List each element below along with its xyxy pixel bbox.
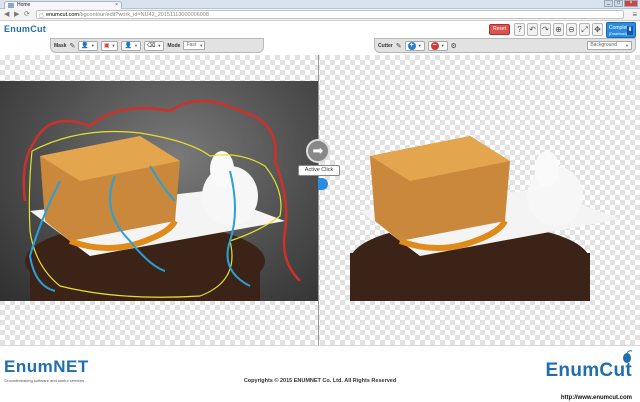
remove-region-dropdown[interactable]: − ▼ (427, 40, 448, 51)
favicon-icon (8, 3, 14, 8)
result-image-canvas[interactable] (330, 81, 630, 301)
area-brush-dropdown[interactable]: 👤 ▼ (121, 40, 141, 51)
chevron-down-icon: ▼ (625, 43, 629, 48)
download-icon: ⬇ (627, 25, 633, 35)
person-green-icon: 👤 (124, 43, 132, 49)
chevron-down-icon: ▼ (157, 43, 162, 48)
cutter-pen-icon[interactable]: ✎ (396, 42, 402, 50)
app-logo[interactable]: EnumCut (4, 24, 46, 34)
address-bar-row: ◀ ▶ ⟳ ▢ enumcut.com/bgcontour/edit?work_… (0, 9, 640, 21)
mode-select[interactable]: Fast ▼ (183, 41, 206, 50)
background-brush-dropdown[interactable]: ▣ ▼ (100, 40, 119, 51)
mode-label: Mode (167, 42, 181, 49)
enumnet-logo[interactable]: EnumNET (4, 357, 89, 377)
chevron-down-icon: ▼ (199, 43, 204, 48)
zoom-in-button[interactable]: ⊕ (553, 23, 564, 36)
complete-download-button[interactable]: Complete (Download) ⬇ (606, 21, 636, 38)
eraser-dropdown[interactable]: ⌫ ▼ (143, 40, 165, 51)
app-header: EnumCut Reset ? ↶ ↷ ⊕ ⊖ ⤢ ✥ Complete (Do… (0, 21, 640, 55)
tab-title: Home (17, 2, 31, 8)
top-action-bar: Reset ? ↶ ↷ ⊕ ⊖ ⤢ ✥ Complete (Download) … (489, 21, 636, 38)
cutter-toolbar: Cutter ✎ + ▼ − ▼ ⚙ Background ▼ (374, 38, 636, 53)
mode-value: Fast (186, 42, 197, 48)
eraser-icon: ⌫ (146, 43, 156, 49)
chevron-down-icon: ▼ (133, 43, 138, 48)
chevron-down-icon: ▼ (111, 43, 116, 48)
source-image-canvas[interactable] (0, 81, 318, 301)
person-plus-icon: 👤 (81, 43, 89, 49)
add-region-dropdown[interactable]: + ▼ (404, 40, 425, 51)
zoom-out-button[interactable]: ⊖ (566, 23, 577, 36)
page-footer: EnumNET Groundbreaking software and usef… (0, 345, 640, 402)
browser-tab-bar: Home × _ □ × (0, 0, 640, 9)
redo-button[interactable]: ↷ (540, 23, 551, 36)
apply-arrow-button[interactable]: ➡ (306, 139, 330, 163)
background-label: Background (590, 42, 617, 48)
reset-button[interactable]: Reset (489, 24, 510, 35)
result-whipped-cream-top (535, 151, 559, 187)
panel-divider[interactable] (318, 55, 319, 345)
copyright-text: Copyrights © 2015 ENUMNET Co. Ltd. All R… (243, 378, 397, 384)
tab-close-icon[interactable]: × (115, 2, 118, 9)
url-path: /bgcontour/edit?work_id=NU42_20151113000… (79, 12, 209, 18)
window-close-button[interactable]: × (624, 0, 638, 7)
foreground-brush-dropdown[interactable]: 👤 ▼ (78, 40, 98, 51)
picture-minus-icon: ▣ (103, 43, 110, 49)
help-button[interactable]: ? (514, 23, 525, 36)
fit-screen-button[interactable]: ⤢ (579, 23, 590, 36)
minimize-button[interactable]: _ (604, 0, 613, 7)
minus-icon: − (430, 41, 439, 50)
cutter-label: Cutter (378, 42, 393, 49)
move-button[interactable]: ✥ (592, 23, 603, 36)
window-controls: _ □ × (604, 0, 638, 8)
editing-stage: ➡ Active Click (0, 55, 640, 345)
url-input[interactable]: ▢ enumcut.com/bgcontour/edit?work_id=NU4… (36, 10, 624, 19)
source-image-svg (22, 99, 301, 301)
active-click-toggle[interactable] (318, 178, 328, 190)
active-click-tooltip: Active Click (298, 165, 340, 176)
chevron-down-icon: ▼ (440, 43, 445, 48)
reload-button[interactable]: ⟳ (24, 11, 30, 19)
whipped-cream-top (210, 151, 234, 187)
background-select[interactable]: Background ▼ (587, 41, 632, 50)
forward-button[interactable]: ▶ (14, 11, 19, 19)
enumcut-url[interactable]: http://www.enumcut.com (561, 395, 632, 401)
mask-toolbar: Mask ✎ 👤 ▼ ▣ ▼ 👤 ▼ ⌫ ▼ Mode Fast ▼ (50, 38, 264, 53)
back-button[interactable]: ◀ (4, 11, 9, 19)
mask-label: Mask (54, 42, 67, 49)
chevron-down-icon: ▼ (417, 43, 422, 48)
mask-pen-icon[interactable]: ✎ (70, 42, 76, 50)
chevron-down-icon: ▼ (90, 43, 95, 48)
result-wooden-board-side (350, 253, 590, 301)
browser-tab[interactable]: Home × (4, 1, 122, 9)
page-icon: ▢ (39, 13, 44, 19)
maximize-button[interactable]: □ (614, 0, 623, 7)
plus-icon: + (407, 41, 416, 50)
undo-button[interactable]: ↶ (527, 23, 538, 36)
url-host: enumcut.com (46, 12, 80, 18)
settings-gear-icon[interactable]: ⚙ (451, 42, 457, 50)
enumcut-footer-logo[interactable]: EnumCut (545, 360, 632, 382)
browser-menu-icon[interactable]: ≡ (632, 10, 637, 19)
